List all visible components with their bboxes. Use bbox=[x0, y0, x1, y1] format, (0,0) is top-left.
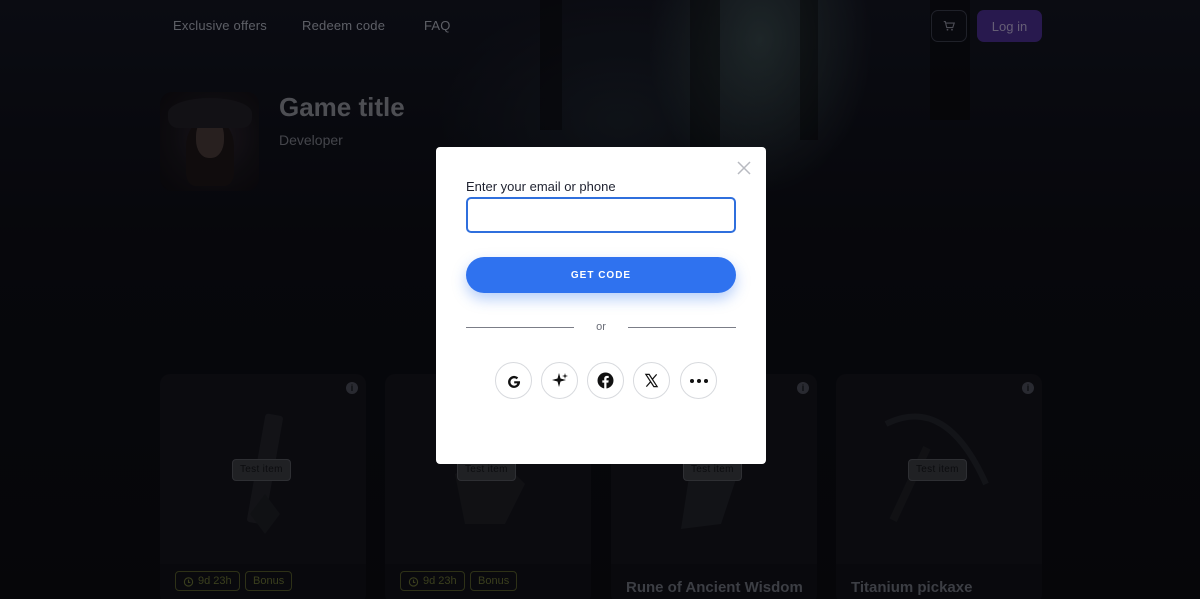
more-login-options-button[interactable] bbox=[680, 362, 717, 399]
divider-right bbox=[628, 327, 736, 328]
x-icon bbox=[644, 373, 659, 388]
close-button[interactable] bbox=[736, 160, 752, 176]
sparkle-icon bbox=[551, 372, 568, 387]
get-code-button[interactable]: GET CODE bbox=[466, 257, 736, 293]
x-login-button[interactable] bbox=[633, 362, 670, 399]
email-phone-input[interactable] bbox=[466, 197, 736, 233]
google-icon bbox=[507, 375, 520, 388]
close-icon bbox=[737, 161, 751, 175]
facebook-icon bbox=[597, 372, 614, 389]
more-icon bbox=[689, 378, 708, 383]
email-field-label: Enter your email or phone bbox=[466, 179, 616, 194]
ai-login-button[interactable] bbox=[541, 362, 578, 399]
login-modal: Enter your email or phone GET CODE or bbox=[436, 147, 766, 464]
google-login-button[interactable] bbox=[495, 362, 532, 399]
facebook-login-button[interactable] bbox=[587, 362, 624, 399]
